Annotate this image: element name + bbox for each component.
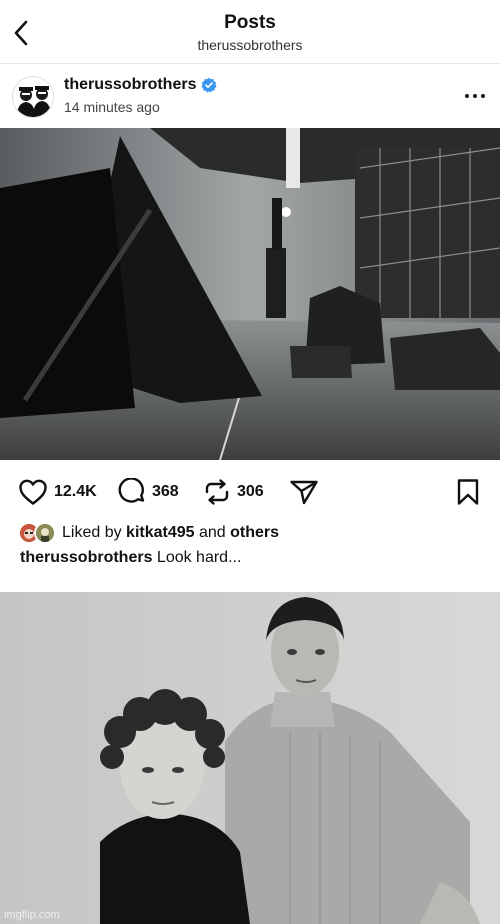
liked-by-row[interactable]: Liked by kitkat495 and others <box>18 521 279 545</box>
post-header: therussobrothers 14 minutes ago <box>0 64 500 128</box>
more-options-button[interactable] <box>464 86 486 106</box>
comment-button[interactable]: 368 <box>118 478 179 506</box>
save-button[interactable] <box>456 478 480 511</box>
liker-avatar <box>34 522 56 544</box>
avatar[interactable] <box>12 76 54 118</box>
header-bar: Posts therussobrothers <box>0 0 500 64</box>
meme-image: imgflip.com <box>0 592 500 924</box>
imgflip-watermark: imgflip.com <box>4 909 60 921</box>
verified-badge-icon <box>201 77 217 93</box>
post-time: 14 minutes ago <box>64 99 160 115</box>
liked-by-conjunction: and <box>199 524 226 541</box>
caption-username[interactable]: therussobrothers <box>20 549 152 566</box>
share-button[interactable] <box>289 478 319 506</box>
caption-text: Look hard... <box>152 549 242 566</box>
send-icon <box>290 480 318 505</box>
action-bar: 12.4K 368 306 <box>0 460 500 522</box>
heart-icon <box>19 479 47 505</box>
liked-by-user[interactable]: kitkat495 <box>126 524 195 541</box>
comment-count: 368 <box>152 483 179 500</box>
comment-bubble-icon <box>118 478 145 503</box>
liked-by-text: Liked by kitkat495 and others <box>62 524 279 542</box>
page-title: Posts <box>224 12 276 33</box>
post-image[interactable] <box>0 128 500 460</box>
like-count: 12.4K <box>54 483 97 500</box>
bookmark-icon <box>457 479 479 505</box>
page-subtitle: therussobrothers <box>197 37 303 53</box>
post-caption: therussobrothers Look hard... <box>20 549 241 567</box>
repost-count: 306 <box>237 483 264 500</box>
like-button[interactable]: 12.4K <box>18 478 97 506</box>
post-username[interactable]: therussobrothers <box>64 76 196 94</box>
repost-icon <box>205 479 229 505</box>
repost-button[interactable]: 306 <box>203 478 264 506</box>
liked-by-others[interactable]: others <box>230 524 279 541</box>
liked-by-prefix: Liked by <box>62 524 122 541</box>
